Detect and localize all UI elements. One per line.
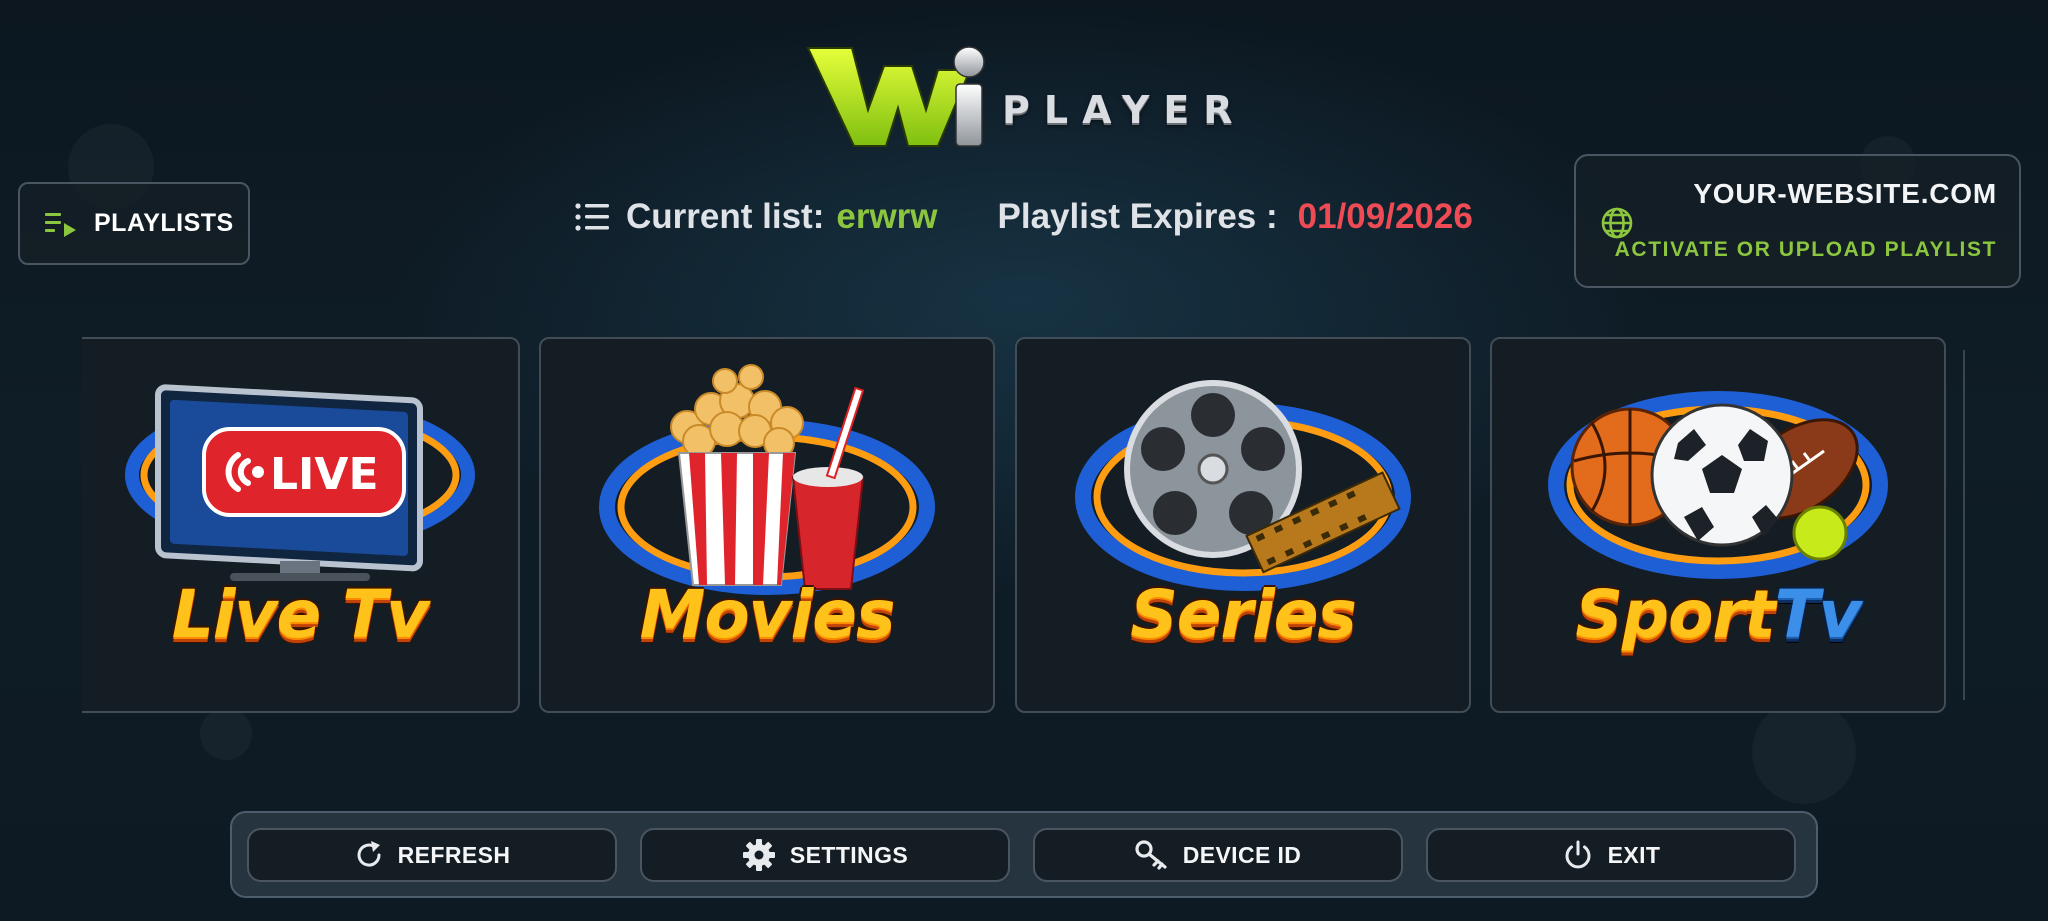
expires-value: 01/09/2026 [1297, 197, 1473, 236]
category-title: SportTv [1575, 576, 1861, 653]
refresh-label: REFRESH [397, 841, 511, 868]
next-card-edge [1963, 350, 1965, 700]
device-id-button[interactable]: DEVICE ID [1033, 828, 1403, 882]
live-tv-icon: LIVE [125, 384, 475, 581]
globe-icon [1601, 207, 1633, 239]
logo-wordmark: PLAYER [1002, 88, 1247, 132]
current-list-value: erwrw [836, 197, 938, 236]
exit-label: EXIT [1607, 841, 1661, 868]
category-card-series[interactable]: Series [1015, 337, 1471, 713]
category-title: Series [1130, 576, 1357, 653]
website-url: YOUR-WEBSITE.COM [1693, 178, 1997, 209]
category-title: Live Tv [171, 576, 430, 653]
playlist-info: Current list: erwrw Playlist Expires : 0… [574, 192, 1473, 242]
settings-button[interactable]: SETTINGS [640, 828, 1010, 882]
playlist-icon [45, 212, 76, 237]
category-card-sport-tv[interactable]: SportTv [1490, 337, 1946, 713]
website-activate-box[interactable]: YOUR-WEBSITE.COM ACTIVATE OR UPLOAD PLAY… [1574, 154, 2021, 288]
sports-balls-icon [1548, 391, 1888, 579]
playlists-label: PLAYLISTS [94, 209, 234, 237]
playlists-button[interactable]: PLAYLISTS [18, 182, 250, 265]
expires-label: Playlist Expires : [997, 197, 1278, 236]
live-badge: LIVE [270, 449, 379, 500]
device-id-label: DEVICE ID [1182, 841, 1302, 868]
background-bubble [1752, 700, 1856, 804]
refresh-icon [357, 841, 381, 867]
exit-button[interactable]: EXIT [1426, 828, 1796, 882]
refresh-button[interactable]: REFRESH [247, 828, 617, 882]
activate-label: ACTIVATE OR UPLOAD PLAYLIST [1614, 238, 1997, 261]
category-card-live-tv[interactable]: LIVE Live Tv [82, 337, 520, 713]
list-icon [575, 203, 609, 231]
settings-label: SETTINGS [789, 841, 909, 868]
wi-logo-mark-icon [806, 46, 985, 147]
current-list-label: Current list: [626, 197, 825, 236]
key-icon [1135, 840, 1167, 870]
app-logo: PLAYER [806, 38, 1246, 156]
power-icon [1565, 840, 1591, 869]
gear-icon [742, 839, 775, 871]
popcorn-icon [599, 364, 935, 595]
category-card-movies[interactable]: Movies [539, 337, 995, 713]
film-reel-icon [1075, 380, 1411, 591]
category-title: Movies [639, 576, 896, 653]
bottom-toolbar: REFRESH SETTINGS DEVICE ID EXIT [230, 811, 1818, 898]
background-bubble [200, 708, 252, 760]
